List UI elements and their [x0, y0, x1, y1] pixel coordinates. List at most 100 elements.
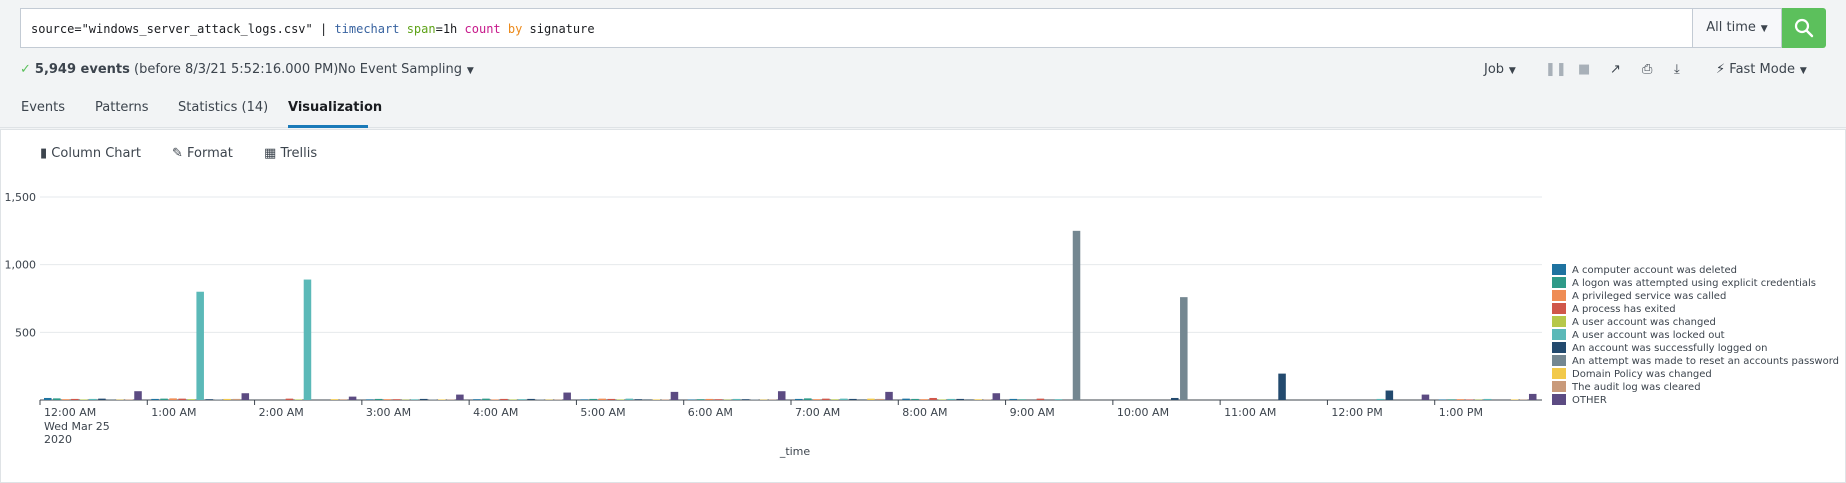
share-icon[interactable]: ↗ [1610, 58, 1621, 82]
bar [107, 399, 115, 400]
bar [938, 399, 946, 400]
bar [687, 399, 696, 400]
bar [956, 398, 964, 400]
bar [1171, 397, 1179, 400]
x-tick-label: 1:00 PM [1439, 406, 1483, 419]
x-tick-sublabel: Wed Mar 25 [44, 420, 110, 433]
print-icon[interactable]: ⎙ [1642, 58, 1652, 82]
bar [920, 399, 928, 400]
search-query-input[interactable]: source="windows_server_attack_logs.csv" … [20, 8, 1692, 48]
job-toolbar: Job ▼ ❚❚ ■ ↗ ⎙ ⤓ ⚡ Fast Mode ▼ [0, 58, 1846, 82]
x-tick-label: 8:00 AM [902, 406, 947, 419]
bar [661, 399, 670, 400]
search-mode-menu[interactable]: ⚡ Fast Mode ▼ [1716, 58, 1807, 83]
bar [876, 398, 884, 400]
x-tick-label: 11:00 AM [1224, 406, 1276, 419]
bar [1456, 399, 1465, 400]
bar [1072, 230, 1081, 400]
bar [965, 399, 973, 400]
bar [1180, 297, 1188, 400]
bar [804, 398, 812, 400]
search-bar: source="windows_server_attack_logs.csv" … [20, 8, 1826, 48]
bar [1278, 373, 1286, 400]
bar [705, 398, 714, 400]
search-button[interactable] [1782, 8, 1826, 48]
bar [429, 399, 437, 400]
bar [456, 394, 464, 400]
bar [98, 398, 106, 400]
pause-icon[interactable]: ❚❚ [1545, 58, 1567, 82]
x-tick-label: 10:00 AM [1117, 406, 1169, 419]
job-menu[interactable]: Job ▼ [1484, 58, 1516, 83]
chevron-down-icon: ▼ [1506, 66, 1516, 76]
tab-events[interactable]: Events [21, 100, 65, 115]
search-mode-label: Fast Mode [1729, 62, 1795, 77]
bar [750, 399, 759, 400]
format-button[interactable]: ✎ Format [172, 146, 233, 161]
bar [911, 398, 919, 400]
bar [822, 398, 830, 400]
results-tabs: Events Patterns Statistics (14) Visualiz… [0, 92, 1846, 128]
bar [53, 398, 61, 400]
legend-label: A user account was locked out [1572, 330, 1725, 341]
bar [831, 399, 839, 400]
x-tick-label: 6:00 AM [688, 406, 733, 419]
bolt-icon: ⚡ [1716, 62, 1726, 77]
bar [1438, 399, 1447, 400]
export-icon[interactable]: ⤓ [1674, 58, 1680, 82]
magnifier-icon [1794, 18, 1814, 38]
chevron-down-icon: ▼ [1757, 24, 1768, 34]
y-tick-label: 1,500 [5, 191, 37, 204]
bar [652, 399, 661, 400]
legend-swatch [1552, 316, 1566, 327]
bar [214, 399, 222, 400]
legend-swatch [1552, 368, 1566, 379]
legend-swatch [1552, 277, 1566, 288]
stop-icon[interactable]: ■ [1578, 58, 1590, 82]
tab-statistics[interactable]: Statistics (14) [178, 100, 268, 115]
tab-visualization[interactable]: Visualization [288, 100, 382, 115]
bar [1009, 398, 1018, 400]
x-tick-label: 12:00 PM [1331, 406, 1382, 419]
legend-label: A user account was changed [1572, 317, 1716, 328]
bar [580, 399, 588, 400]
query-token: by [507, 22, 523, 36]
legend-label: A privileged service was called [1572, 291, 1726, 302]
x-tick-label: 1:00 AM [151, 406, 196, 419]
bar [840, 398, 848, 400]
bar [160, 398, 168, 400]
legend-swatch [1552, 355, 1566, 366]
y-tick-label: 1,000 [5, 259, 37, 272]
x-tick-label: 4:00 AM [473, 406, 518, 419]
bar [858, 399, 866, 400]
chevron-down-icon: ▼ [1796, 66, 1807, 76]
x-axis-title: _time [779, 445, 811, 458]
chart-type-button[interactable]: ▮ Column Chart [40, 146, 141, 161]
legend-swatch [1552, 290, 1566, 301]
bar [741, 399, 750, 400]
bar [732, 398, 741, 400]
bar [44, 397, 52, 400]
trellis-button[interactable]: ▦ Trellis [264, 146, 317, 161]
bar [330, 399, 339, 400]
bar [563, 392, 571, 400]
bar [383, 399, 392, 400]
bar [1385, 390, 1394, 400]
time-range-picker[interactable]: All time ▼ [1692, 8, 1782, 48]
bar [1528, 393, 1537, 400]
bar [125, 399, 133, 400]
x-tick-label: 3:00 AM [366, 406, 411, 419]
legend-swatch [1552, 394, 1566, 405]
bar [974, 399, 983, 400]
bar [518, 399, 526, 400]
legend-label: A computer account was deleted [1572, 265, 1737, 276]
x-tick-label: 2:00 AM [259, 406, 304, 419]
query-token: span [406, 22, 436, 36]
bar [714, 399, 723, 400]
bar [438, 399, 446, 400]
x-tick-label: 12:00 AM [44, 406, 96, 419]
bar [589, 398, 597, 400]
bar [223, 398, 232, 400]
query-token: signature [522, 22, 595, 36]
tab-patterns[interactable]: Patterns [95, 100, 149, 115]
